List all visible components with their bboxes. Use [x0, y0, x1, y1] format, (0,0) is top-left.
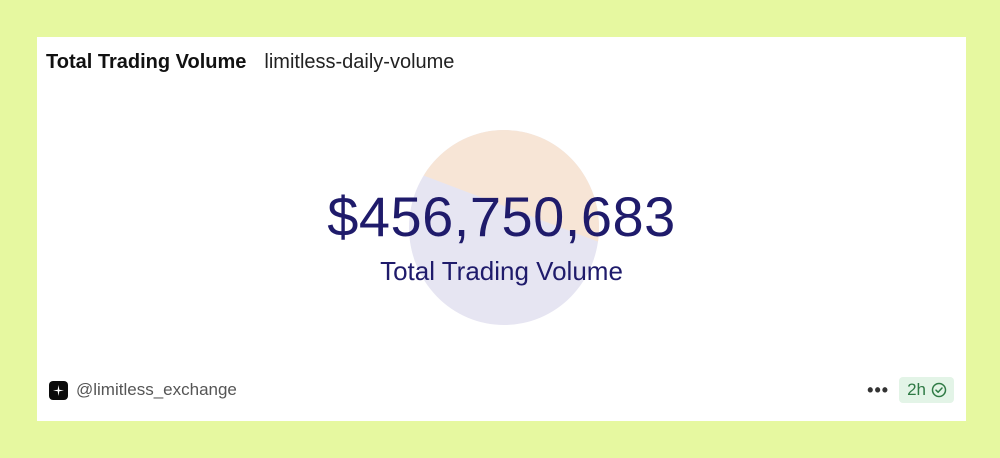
more-options-icon[interactable]: •••	[867, 378, 889, 402]
footer-actions: ••• 2h	[867, 377, 954, 403]
author-handle[interactable]: @limitless_exchange	[76, 380, 237, 400]
card-header: Total Trading Volume limitless-daily-vol…	[46, 51, 454, 74]
avatar	[49, 380, 68, 400]
check-circle-icon	[931, 382, 947, 398]
query-name-link[interactable]: limitless-daily-volume	[264, 51, 454, 74]
sparkle-icon	[53, 384, 64, 396]
visualization-card: Total Trading Volume limitless-daily-vol…	[37, 37, 966, 421]
author-info[interactable]: @limitless_exchange	[49, 380, 237, 400]
counter-value: $456,750,683	[327, 185, 676, 248]
refresh-age: 2h	[907, 380, 926, 399]
counter-label: Total Trading Volume	[380, 256, 623, 286]
visualization-title[interactable]: Total Trading Volume	[46, 51, 246, 74]
refresh-status-badge[interactable]: 2h	[899, 377, 954, 403]
counter-block: $456,750,683 Total Trading Volume	[37, 185, 966, 287]
